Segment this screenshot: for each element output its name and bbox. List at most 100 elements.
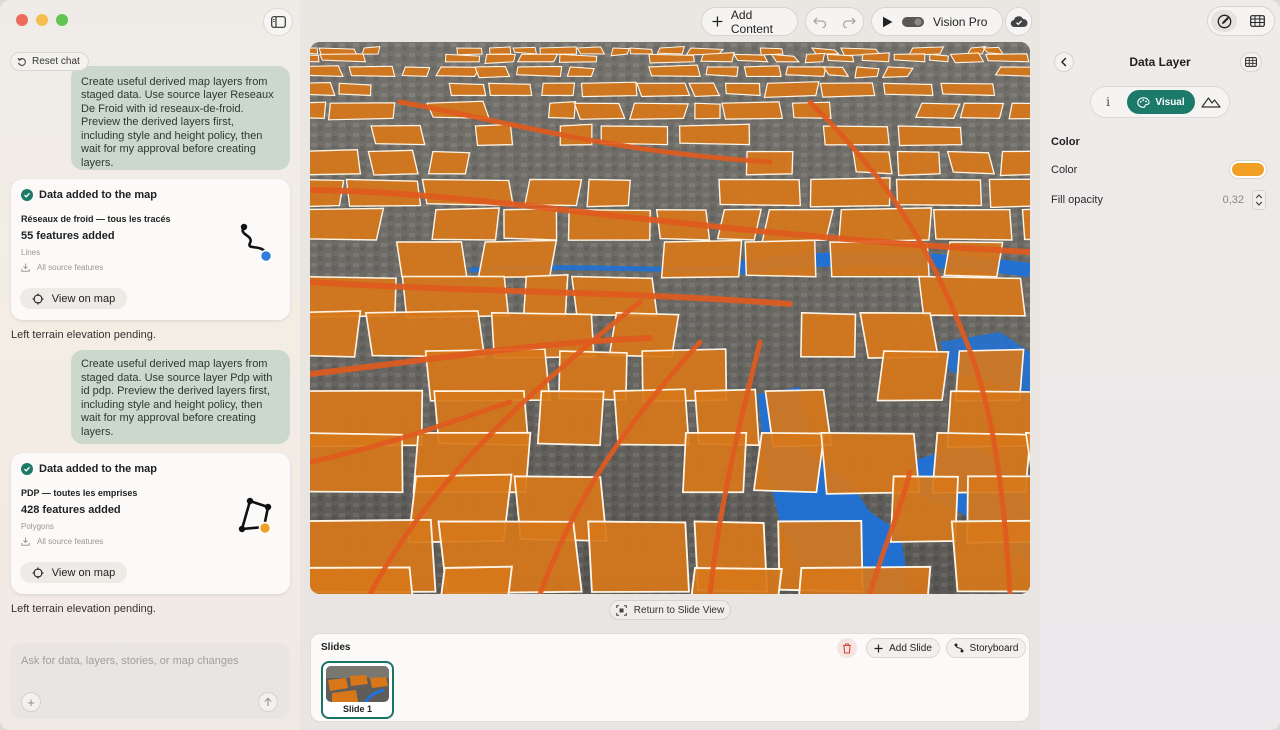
pdp-polygon [914,102,961,120]
pdp-polygon [338,82,372,97]
map-view[interactable] [310,42,1030,594]
pdp-polygon [566,66,595,77]
feature-count: 55 features added [21,230,115,242]
zoom-window-button[interactable] [56,14,68,26]
pdp-polygon [474,65,511,79]
return-to-slide-view-button[interactable]: Return to Slide View [609,600,731,620]
vision-pro-label[interactable]: Vision Pro [933,15,987,29]
chat-scroll[interactable]: Create useful derived map layers from st… [0,0,300,640]
undo-redo-group [805,7,864,36]
fill-opacity-label: Fill opacity [1051,194,1103,206]
tab-info[interactable]: i [1101,95,1115,109]
close-window-button[interactable] [16,14,28,26]
delete-slide-button[interactable] [837,638,857,658]
cloud-sync-button[interactable] [1005,7,1032,36]
pdp-polygon [733,53,769,63]
pdp-polygon [361,46,381,55]
app-window: Create useful derived map layers from st… [0,0,1280,730]
color-picker-swatch[interactable] [1230,161,1266,178]
pdp-polygon [539,46,578,55]
pdp-polygon [819,82,876,98]
pdp-polygon [558,53,598,63]
table-view-button[interactable] [1244,10,1270,32]
inspector-panel: Data Layer i Visual Color Color Fill opa… [1040,0,1280,730]
pdp-polygon [310,566,414,594]
source-label: All source features [37,537,104,546]
pdp-polygon [994,66,1030,77]
pdp-polygon [370,124,426,146]
pdp-polygon [881,66,915,78]
pdp-polygon [586,178,632,208]
tab-terrain[interactable] [1201,95,1221,113]
check-circle-icon [21,463,33,475]
crosshair-icon [32,567,44,578]
pdp-polygon [988,178,1030,209]
slide-label: Slide 1 [342,704,372,714]
message-line: Create useful derived map layers from [81,75,268,88]
play-icon[interactable] [882,16,893,28]
source-scope: All source features [21,263,103,272]
pdp-polygon [523,178,583,207]
pdp-polygon [310,82,336,97]
pdp-polygon [718,178,802,207]
pdp-polygon [310,65,344,77]
pdp-polygon [785,66,827,77]
redo-icon[interactable] [842,16,856,28]
slide-thumbnail[interactable]: Slide 1 [321,661,394,719]
vision-pro-icon [902,16,924,27]
add-content-button[interactable]: Add Content [701,7,798,36]
chat-panel: Create useful derived map layers from st… [0,0,300,730]
pdp-polygon [488,46,512,55]
pdp-polygon [897,125,963,147]
message-line: wait for my approval before creating [81,143,256,155]
pdp-polygon [547,101,577,120]
message-line: layers. [81,156,114,169]
card-header: Data added to the map [21,463,157,475]
pdp-polygon [629,47,653,55]
pdp-polygon [427,150,471,175]
fill-opacity-stepper[interactable] [1252,190,1266,210]
style-editor-button[interactable] [1211,10,1237,32]
pdp-polygon [576,46,606,55]
return-label: Return to Slide View [633,604,725,616]
reset-chat-button[interactable]: Reset chat [10,52,89,71]
add-slide-button[interactable]: Add Slide [866,638,940,658]
attach-button[interactable]: + [21,692,41,712]
attribute-table-button[interactable] [1240,52,1262,72]
pdp-polygon [882,82,934,97]
view-on-map-button[interactable]: View on map [20,288,127,309]
reset-chat-label: Reset chat [32,56,80,67]
undo-icon[interactable] [813,16,827,28]
plus-icon: + [27,694,35,710]
tab-visual[interactable]: Visual [1127,90,1195,114]
message-line: Preview the derived layers first, [81,116,234,128]
storyboard-button[interactable]: Storyboard [946,638,1026,658]
inspector-mode-switch [1207,6,1275,36]
pdp-polygon [744,239,817,278]
pdp-polygon [327,102,396,121]
pdp-polygon [573,102,626,120]
send-button[interactable] [258,692,278,712]
pdp-polygon [700,52,735,63]
pdp-polygon [763,81,820,99]
sidebar-toggle-button[interactable] [263,8,293,36]
add-slide-label: Add Slide [889,642,932,654]
view-on-map-label: View on map [51,292,116,305]
pdp-polygon [310,101,327,120]
color-section-title: Color [1051,136,1080,148]
pdp-polygon [444,53,481,63]
chat-input[interactable] [21,655,271,667]
pdp-polygon [310,310,362,358]
view-on-map-button[interactable]: View on map [20,562,127,583]
pdp-polygon [724,82,761,97]
geometry-type: Polygons [21,522,54,531]
pdp-polygon [678,123,751,146]
minimize-window-button[interactable] [36,14,48,26]
fill-opacity-value[interactable]: 0,32 [1216,194,1244,206]
pdp-polygon [876,350,950,402]
chat-composer: + [10,643,290,719]
pdp-polygon [949,52,985,64]
check-circle-icon [21,189,33,201]
back-button[interactable] [1054,52,1074,72]
3d-city-map[interactable] [310,42,1030,594]
